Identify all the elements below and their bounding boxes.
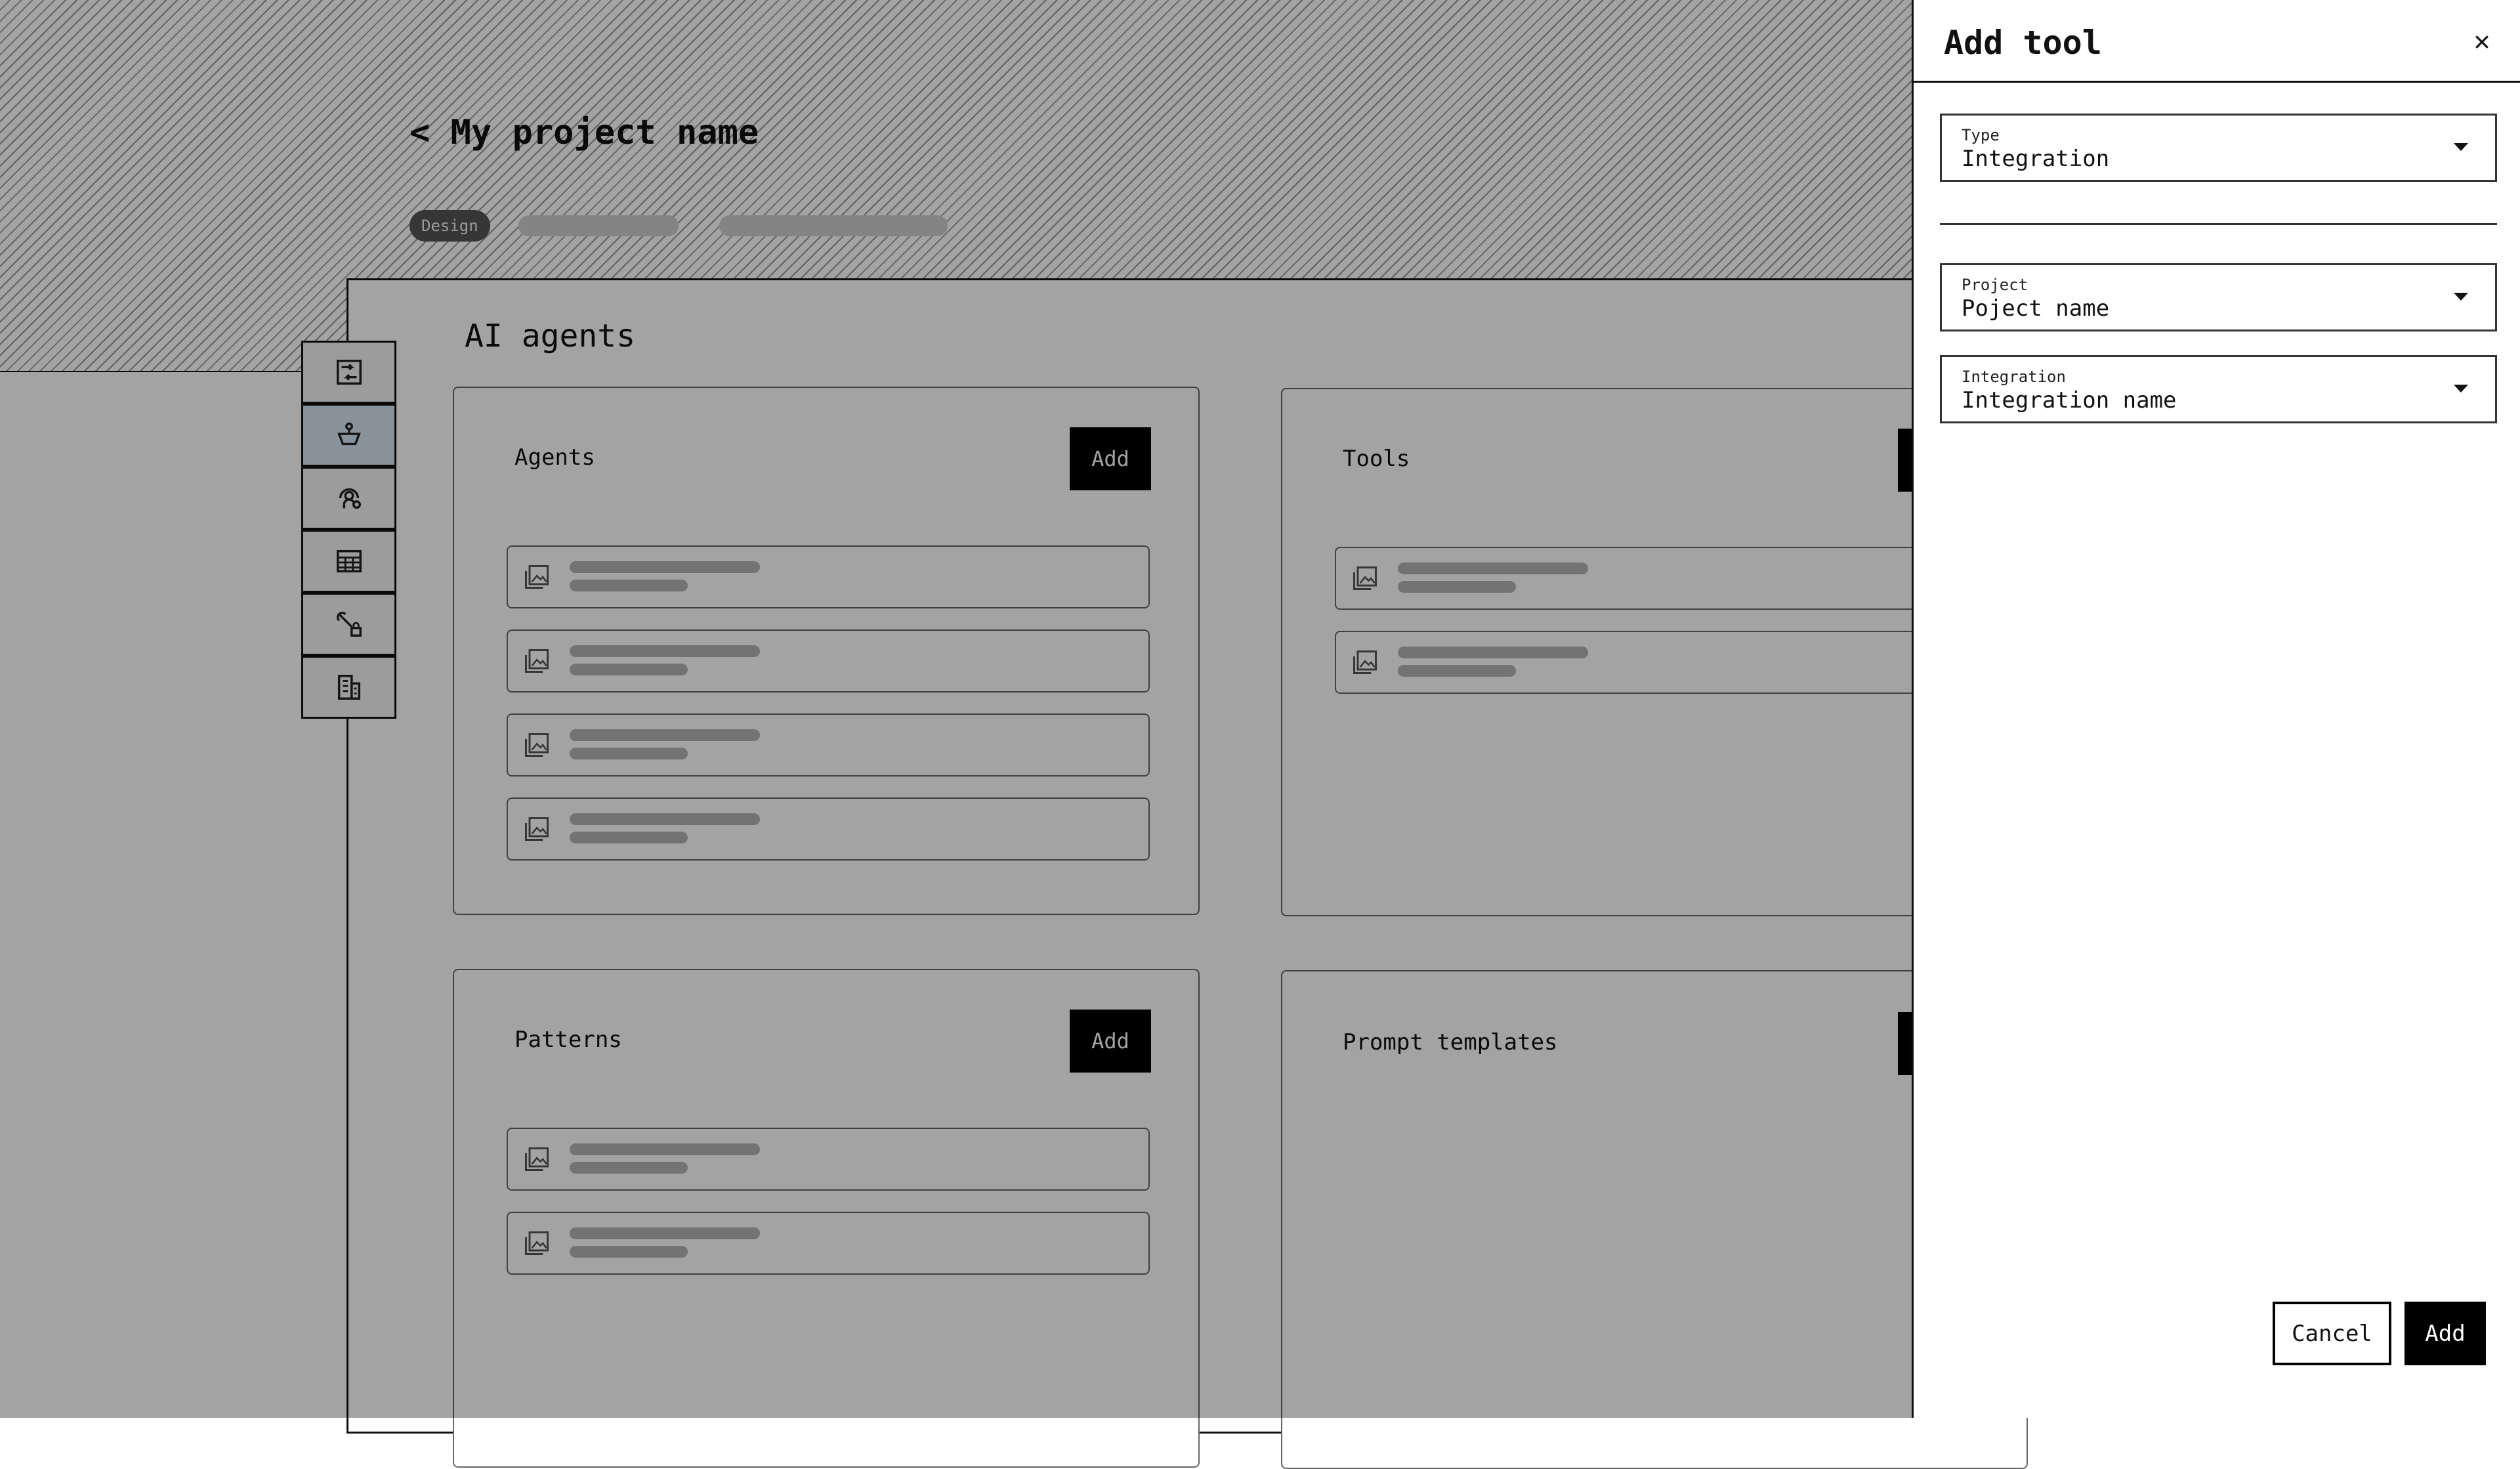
drawer-header: Add tool — [1914, 0, 2520, 83]
close-icon — [2475, 35, 2488, 49]
caret-down-icon — [2454, 143, 2468, 151]
caret-down-icon — [2454, 385, 2468, 393]
field-value: Poject name — [1962, 295, 2110, 322]
field-value: Integration — [1962, 146, 2110, 172]
field-label: Type — [1962, 126, 2000, 144]
drawer-title: Add tool — [1944, 24, 2102, 62]
type-select[interactable]: Type Integration — [1940, 114, 2497, 182]
project-select[interactable]: Project Poject name — [1940, 263, 2497, 331]
caret-down-icon — [2454, 293, 2468, 301]
close-button[interactable] — [2466, 26, 2498, 58]
modal-backdrop[interactable] — [0, 0, 1912, 1418]
field-label: Integration — [1962, 368, 2066, 386]
integration-select[interactable]: Integration Integration name — [1940, 355, 2497, 423]
field-value: Integration name — [1962, 387, 2177, 414]
divider — [1940, 223, 2497, 225]
add-tool-drawer: Add tool Type Integration Project Poject… — [1912, 0, 2520, 1418]
add-button[interactable]: Add — [2404, 1302, 2486, 1365]
field-label: Project — [1962, 276, 2028, 294]
cancel-button[interactable]: Cancel — [2273, 1302, 2391, 1365]
